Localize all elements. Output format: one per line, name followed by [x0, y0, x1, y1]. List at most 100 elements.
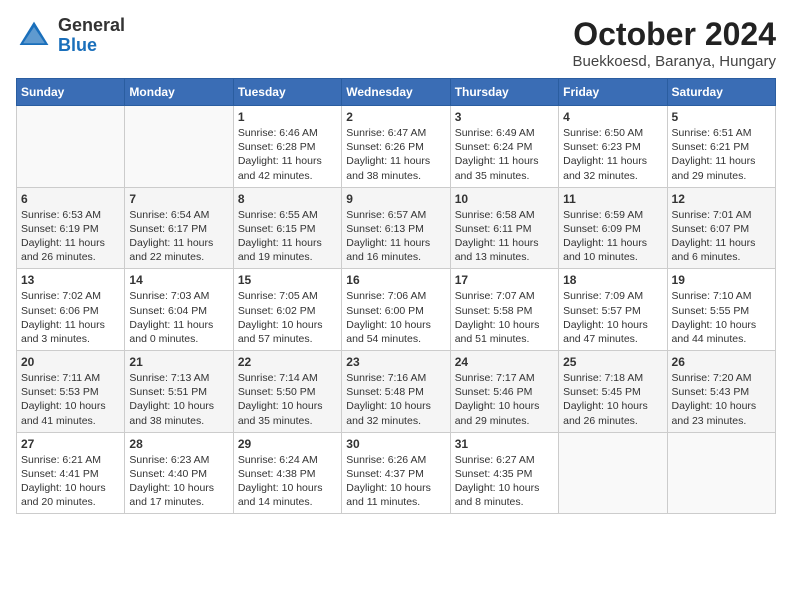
logo: General Blue	[16, 16, 125, 56]
calendar-day: 27Sunrise: 6:21 AM Sunset: 4:41 PM Dayli…	[17, 432, 125, 514]
day-number: 17	[455, 273, 554, 287]
day-number: 12	[672, 192, 771, 206]
day-number: 10	[455, 192, 554, 206]
day-info: Sunrise: 7:05 AM Sunset: 6:02 PM Dayligh…	[238, 289, 337, 346]
col-header-friday: Friday	[559, 79, 667, 106]
day-info: Sunrise: 6:26 AM Sunset: 4:37 PM Dayligh…	[346, 453, 445, 510]
calendar-day: 16 Sunrise: 7:06 AM Sunset: 6:00 PM Dayli…	[342, 269, 450, 351]
day-number: 18	[563, 273, 662, 287]
calendar-week-1: 1 Sunrise: 6:46 AM Sunset: 6:28 PM Daylig…	[17, 106, 776, 188]
col-header-monday: Monday	[125, 79, 233, 106]
day-info: Sunrise: 6:57 AM Sunset: 6:13 PM Dayligh…	[346, 208, 445, 265]
day-info: Sunrise: 6:27 AM Sunset: 4:35 PM Dayligh…	[455, 453, 554, 510]
day-number: 11	[563, 192, 662, 206]
day-info: Sunrise: 7:01 AM Sunset: 6:07 PM Dayligh…	[672, 208, 771, 265]
calendar-day: 30 Sunrise: 6:26 AM Sunset: 4:37 PM Dayli…	[342, 432, 450, 514]
calendar-day: 1 Sunrise: 6:46 AM Sunset: 6:28 PM Daylig…	[233, 106, 341, 188]
calendar-day: 21 Sunrise: 7:13 AM Sunset: 5:51 PM Dayli…	[125, 351, 233, 433]
day-number: 25	[563, 355, 662, 369]
col-header-tuesday: Tuesday	[233, 79, 341, 106]
day-info: Sunrise: 7:16 AM Sunset: 5:48 PM Dayligh…	[346, 371, 445, 428]
day-info: Sunrise: 7:06 AM Sunset: 6:00 PM Dayligh…	[346, 289, 445, 346]
day-info: Sunrise: 7:07 AM Sunset: 5:58 PM Dayligh…	[455, 289, 554, 346]
day-info: Sunrise: 6:50 AM Sunset: 6:23 PM Dayligh…	[563, 126, 662, 183]
day-info: Sunrise: 7:13 AM Sunset: 5:51 PM Dayligh…	[129, 371, 228, 428]
day-info: Sunrise: 6:58 AM Sunset: 6:11 PM Dayligh…	[455, 208, 554, 265]
calendar-day: 25Sunrise: 7:18 AM Sunset: 5:45 PM Dayli…	[559, 351, 667, 433]
day-info: Sunrise: 7:20 AM Sunset: 5:43 PM Dayligh…	[672, 371, 771, 428]
calendar-day: 12 Sunrise: 7:01 AM Sunset: 6:07 PM Dayli…	[667, 187, 775, 269]
day-info: Sunrise: 6:53 AM Sunset: 6:19 PM Dayligh…	[21, 208, 120, 265]
col-header-sunday: Sunday	[17, 79, 125, 106]
day-info: Sunrise: 7:10 AM Sunset: 5:55 PM Dayligh…	[672, 289, 771, 346]
day-number: 30	[346, 437, 445, 451]
day-info: Sunrise: 7:09 AM Sunset: 5:57 PM Dayligh…	[563, 289, 662, 346]
calendar-day: 6 Sunrise: 6:53 AM Sunset: 6:19 PM Daylig…	[17, 187, 125, 269]
calendar-day: 10 Sunrise: 6:58 AM Sunset: 6:11 PM Dayli…	[450, 187, 558, 269]
day-number: 14	[129, 273, 228, 287]
day-number: 26	[672, 355, 771, 369]
calendar-day: 11 Sunrise: 6:59 AM Sunset: 6:09 PM Dayli…	[559, 187, 667, 269]
month-title: October 2024	[573, 16, 776, 53]
calendar-day: 24 Sunrise: 7:17 AM Sunset: 5:46 PM Dayli…	[450, 351, 558, 433]
col-header-thursday: Thursday	[450, 79, 558, 106]
calendar-day: 13 Sunrise: 7:02 AM Sunset: 6:06 PM Dayli…	[17, 269, 125, 351]
calendar-week-5: 27Sunrise: 6:21 AM Sunset: 4:41 PM Dayli…	[17, 432, 776, 514]
calendar-day: 9 Sunrise: 6:57 AM Sunset: 6:13 PM Daylig…	[342, 187, 450, 269]
day-info: Sunrise: 6:47 AM Sunset: 6:26 PM Dayligh…	[346, 126, 445, 183]
location: Buekkoesd, Baranya, Hungary	[573, 53, 776, 70]
day-number: 15	[238, 273, 337, 287]
day-number: 3	[455, 110, 554, 124]
day-number: 8	[238, 192, 337, 206]
day-number: 13	[21, 273, 120, 287]
day-number: 9	[346, 192, 445, 206]
day-number: 28	[129, 437, 228, 451]
day-info: Sunrise: 6:23 AM Sunset: 4:40 PM Dayligh…	[129, 453, 228, 510]
title-block: October 2024 Buekkoesd, Baranya, Hungary	[573, 16, 776, 70]
calendar-day	[17, 106, 125, 188]
day-number: 7	[129, 192, 228, 206]
day-info: Sunrise: 6:46 AM Sunset: 6:28 PM Dayligh…	[238, 126, 337, 183]
day-info: Sunrise: 6:51 AM Sunset: 6:21 PM Dayligh…	[672, 126, 771, 183]
day-number: 21	[129, 355, 228, 369]
day-info: Sunrise: 7:17 AM Sunset: 5:46 PM Dayligh…	[455, 371, 554, 428]
day-info: Sunrise: 7:11 AM Sunset: 5:53 PM Dayligh…	[21, 371, 120, 428]
calendar-week-2: 6 Sunrise: 6:53 AM Sunset: 6:19 PM Daylig…	[17, 187, 776, 269]
day-info: Sunrise: 7:02 AM Sunset: 6:06 PM Dayligh…	[21, 289, 120, 346]
day-number: 6	[21, 192, 120, 206]
day-number: 16	[346, 273, 445, 287]
calendar-day: 14 Sunrise: 7:03 AM Sunset: 6:04 PM Dayli…	[125, 269, 233, 351]
calendar-week-4: 20 Sunrise: 7:11 AM Sunset: 5:53 PM Dayli…	[17, 351, 776, 433]
calendar-day: 5 Sunrise: 6:51 AM Sunset: 6:21 PM Daylig…	[667, 106, 775, 188]
calendar-header-row: SundayMondayTuesdayWednesdayThursdayFrid…	[17, 79, 776, 106]
calendar-table: SundayMondayTuesdayWednesdayThursdayFrid…	[16, 78, 776, 514]
calendar-day: 20 Sunrise: 7:11 AM Sunset: 5:53 PM Dayli…	[17, 351, 125, 433]
day-info: Sunrise: 7:14 AM Sunset: 5:50 PM Dayligh…	[238, 371, 337, 428]
calendar-day: 4 Sunrise: 6:50 AM Sunset: 6:23 PM Daylig…	[559, 106, 667, 188]
day-number: 29	[238, 437, 337, 451]
calendar-day: 3 Sunrise: 6:49 AM Sunset: 6:24 PM Daylig…	[450, 106, 558, 188]
day-number: 4	[563, 110, 662, 124]
logo-text: General Blue	[58, 16, 125, 56]
day-number: 5	[672, 110, 771, 124]
calendar-week-3: 13 Sunrise: 7:02 AM Sunset: 6:06 PM Dayli…	[17, 269, 776, 351]
day-info: Sunrise: 6:55 AM Sunset: 6:15 PM Dayligh…	[238, 208, 337, 265]
day-number: 27	[21, 437, 120, 451]
calendar-day: 28 Sunrise: 6:23 AM Sunset: 4:40 PM Dayli…	[125, 432, 233, 514]
day-info: Sunrise: 7:03 AM Sunset: 6:04 PM Dayligh…	[129, 289, 228, 346]
day-info: Sunrise: 6:59 AM Sunset: 6:09 PM Dayligh…	[563, 208, 662, 265]
calendar-day: 19Sunrise: 7:10 AM Sunset: 5:55 PM Dayli…	[667, 269, 775, 351]
day-number: 24	[455, 355, 554, 369]
calendar-day: 31 Sunrise: 6:27 AM Sunset: 4:35 PM Dayli…	[450, 432, 558, 514]
calendar-day: 2Sunrise: 6:47 AM Sunset: 6:26 PM Daylig…	[342, 106, 450, 188]
calendar-day: 15 Sunrise: 7:05 AM Sunset: 6:02 PM Dayli…	[233, 269, 341, 351]
calendar-day: 8 Sunrise: 6:55 AM Sunset: 6:15 PM Daylig…	[233, 187, 341, 269]
calendar-day	[125, 106, 233, 188]
day-number: 20	[21, 355, 120, 369]
calendar-day: 7Sunrise: 6:54 AM Sunset: 6:17 PM Daylig…	[125, 187, 233, 269]
calendar-day: 23 Sunrise: 7:16 AM Sunset: 5:48 PM Dayli…	[342, 351, 450, 433]
day-info: Sunrise: 6:49 AM Sunset: 6:24 PM Dayligh…	[455, 126, 554, 183]
day-number: 23	[346, 355, 445, 369]
day-number: 1	[238, 110, 337, 124]
day-number: 31	[455, 437, 554, 451]
